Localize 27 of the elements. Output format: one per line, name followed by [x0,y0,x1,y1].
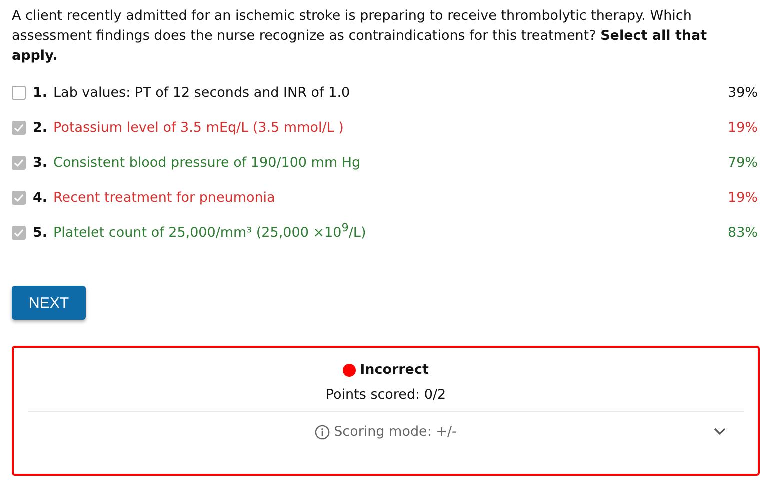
info-icon [315,424,330,440]
option-number: 2. [33,120,48,136]
option-text: Platelet count of 25,000/mm³ (25,000 ×10$^{9}$/L) [54,225,368,241]
checkbox[interactable] [12,156,26,170]
percentage: 79% [728,155,758,171]
percentage: 19% [728,120,758,136]
chevron-icon[interactable] [714,428,726,436]
scoring-mode: Scoring mode: +/- [334,424,457,440]
points-scored: Points scored: 0/2 [28,387,744,412]
option-text: Recent treatment for pneumonia [54,190,276,206]
next-button[interactable]: NEXT [12,286,86,320]
option-number: 1. [33,85,48,101]
percentage: 19% [728,190,758,206]
option-text: Lab values: PT of 12 seconds and INR of 1.0 [54,85,352,101]
percentage: 39% [728,85,758,101]
option-text: Consistent blood pressure of 190/100 mm Hg [54,155,362,171]
checkbox[interactable] [12,226,26,240]
checkbox[interactable] [12,191,26,205]
checkbox[interactable] [12,121,26,135]
option-text: Potassium level of 3.5 mEq/L (3.5 mmol/L ) [54,120,345,136]
checkbox[interactable] [12,86,26,100]
option-number: 5. [33,225,48,241]
option-number: 3. [33,155,48,171]
percentage: 83% [728,225,758,241]
option-number: 4. [33,190,48,206]
question-text: A client recently admitted for an ischemic stroke is preparing to receive thrombolytic therapy. Which assessment findings does the nurse recognize as contraindications for this treatment? Select all that apply. [12,7,708,66]
status-label: Incorrect [360,362,429,378]
